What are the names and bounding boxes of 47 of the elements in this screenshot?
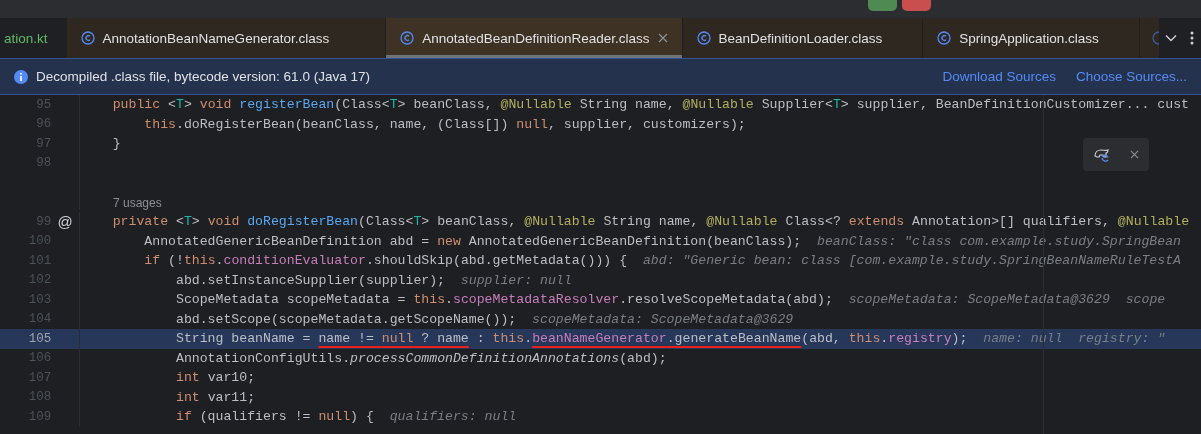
line-number: 105 [27,331,52,346]
code-line: this.doRegisterBean(beanClass, name, (Class[]) null, supplier, customizers); [143,116,746,132]
inline-hint: supplier: null [460,272,572,288]
gutter-mark[interactable]: @ [57,213,73,231]
editor-tab[interactable]: ation.kt [0,18,67,58]
stop-button[interactable] [902,0,931,11]
code-line: if (qualifiers != null) { [174,409,374,425]
code-line: int var10; [174,370,256,386]
more-icon[interactable] [1190,31,1195,45]
code-line: AnnotationConfigUtils.processCommonDefinitionAnnotations(abd); [174,350,667,366]
code-line: abd.setScope(scopeMetadata.getScopeName()); [174,311,517,327]
sync-icon[interactable] [1092,146,1111,163]
editor-tab[interactable]: AnnotatedBeanDefinitionReader.class [386,18,683,58]
code-line: private <T> void doRegisterBean(Class<T> beanClass, @Nullable String name, @Nullable Class<? extends Annotation>[] qualifiers, @Nullable [111,214,1190,230]
code-line: abd.setInstanceSupplier(supplier); [174,272,446,288]
usages-hint[interactable]: 7 usages [113,196,162,210]
code-line: } [111,136,121,152]
class-icon [696,31,711,45]
class-icon [400,31,415,45]
inline-hint: scopeMetadata: ScopeMetadata@3629 [532,311,794,327]
info-icon [14,69,28,84]
inline-hint: abd: "Generic bean: class [com.example.study.SpringBeanNameRuleTestA [642,253,1182,269]
code-line: AnnotatedGenericBeanDefinition abd = new AnnotatedGenericBeanDefinition(beanClass); [143,233,802,249]
inline-hint: beanClass: "class com.example.study.SpringBean [817,233,1182,249]
inline-hint: name: null [983,331,1063,347]
inline-hint: scopeMetadata: ScopeMetadata@3629 [848,292,1110,308]
class-icon [80,31,95,45]
code-line: ScopeMetadata scopeMetadata = this.scopeMetadataResolver.resolveScopeMetadata(abd); [174,292,833,308]
chevron-down-icon[interactable] [1165,34,1178,42]
editor-tab[interactable]: AnnotationBeanNameGenerator.class [66,18,387,58]
banner-link[interactable]: Choose Sources... [1075,69,1187,84]
code-line: if (!this.conditionEvaluator.shouldSkip(abd.getMetadata())) { [143,253,628,269]
code-line: public <T> void registerBean(Class<T> beanClass, @Nullable String name, @Nullable Supplier<T> supplier, BeanDefinitionCustomizer... cust [111,97,1190,113]
inline-hint: registry: " [1078,331,1166,347]
editor-tab[interactable]: BeanDefinitionLoader.class [682,18,924,58]
banner-link[interactable]: Download Sources [942,69,1056,84]
inline-hint: scope [1125,292,1166,308]
class-icon [937,31,952,45]
close-icon[interactable] [1130,150,1140,159]
code-line: int var11; [174,389,256,405]
debug-button[interactable] [868,0,897,11]
code-line: String beanName = name != null ? name : this.beanNameGenerator.generateBeanName(abd, this.registry); [174,331,968,347]
editor-tab[interactable]: SpringApplication.class [923,18,1140,58]
inline-hint: qualifiers: null [389,409,517,425]
banner-message: Decompiled .class file, bytecode version: 61.0 (Java 17) [36,69,370,84]
close-icon[interactable] [657,33,668,43]
class-icon [1151,31,1159,45]
